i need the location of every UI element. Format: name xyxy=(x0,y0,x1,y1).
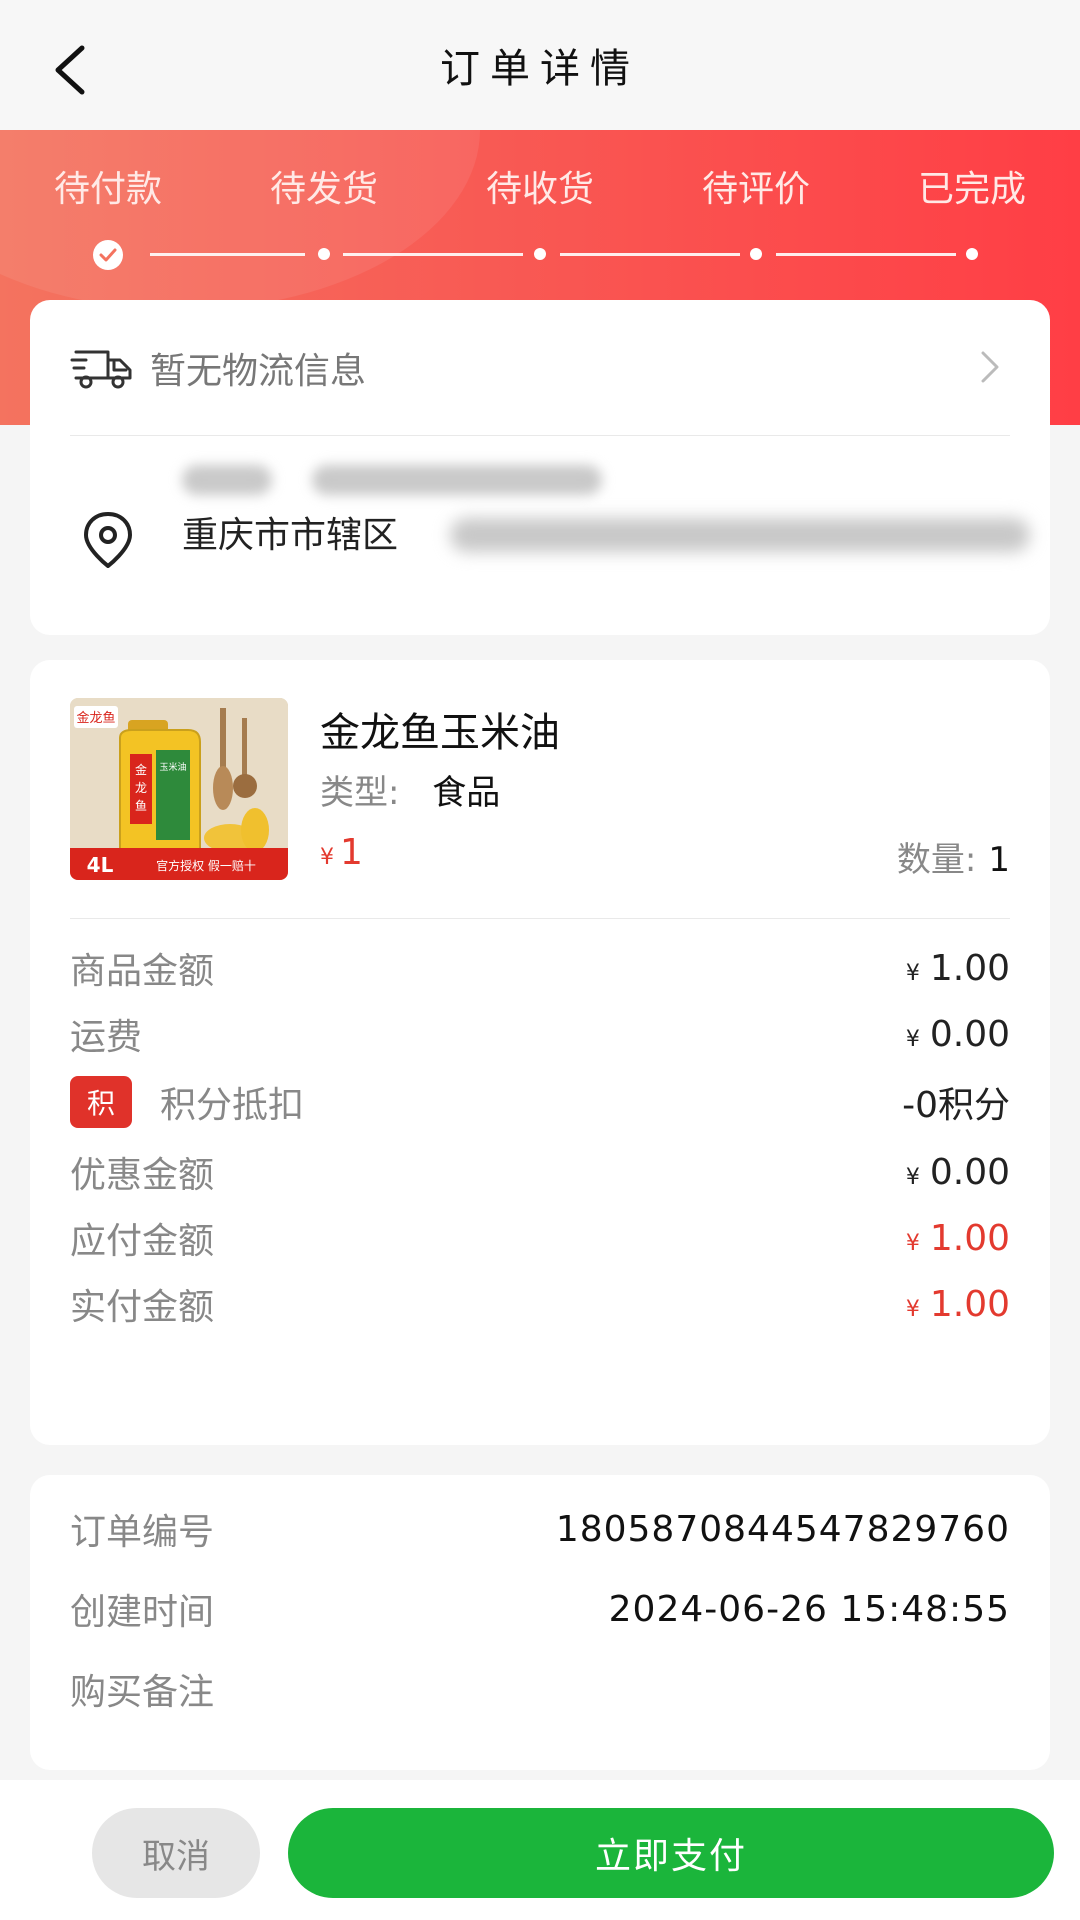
payable-value: ¥1.00 xyxy=(906,1218,1010,1259)
paid-number: 1.00 xyxy=(929,1283,1010,1325)
product-volume: 4L xyxy=(87,853,114,877)
svg-text:鱼: 鱼 xyxy=(135,799,147,813)
logistics-address-card: 暂无物流信息 重庆市市辖区 xyxy=(30,300,1050,635)
track-line xyxy=(150,253,305,256)
step-dot-done xyxy=(93,240,123,270)
discount-number: 0.00 xyxy=(929,1151,1010,1193)
remark-label: 购买备注 xyxy=(70,1672,215,1713)
step-dot xyxy=(750,248,762,260)
order-info-card: 订单编号 1805870844547829760 创建时间 2024-06-26… xyxy=(30,1475,1050,1770)
created-time-value: 2024-06-26 15:48:55 xyxy=(608,1588,1010,1630)
redacted-address-detail xyxy=(450,518,1030,552)
currency-symbol: ¥ xyxy=(905,1230,920,1256)
truck-icon xyxy=(70,350,132,388)
order-number-label: 订单编号 xyxy=(70,1512,215,1553)
location-pin-icon xyxy=(84,512,132,568)
order-number-value[interactable]: 1805870844547829760 xyxy=(556,1509,1010,1550)
currency-symbol: ¥ xyxy=(905,1026,920,1052)
page-title: 订单详情 xyxy=(440,46,640,92)
status-steps: 待付款 待发货 待收货 待评价 已完成 xyxy=(0,160,1080,220)
product-name[interactable]: 金龙鱼玉米油 xyxy=(320,700,560,758)
product-type-label: 类型: xyxy=(320,773,400,813)
quantity-label: 数量: xyxy=(896,840,977,880)
address-text: 重庆市市辖区 xyxy=(182,515,399,556)
discount-value: ¥0.00 xyxy=(906,1152,1010,1193)
status-track xyxy=(0,234,1080,274)
divider xyxy=(70,918,1010,919)
shipping-value: ¥0.00 xyxy=(906,1014,1010,1055)
top-nav-bar: 订单详情 xyxy=(0,0,1080,130)
redacted-phone xyxy=(312,465,602,495)
created-time-label: 创建时间 xyxy=(70,1592,215,1633)
track-line xyxy=(560,253,740,256)
step-label-pending-receipt: 待收货 xyxy=(485,169,594,210)
track-line xyxy=(343,253,523,256)
product-quantity: 数量: 1 xyxy=(897,832,1010,881)
redacted-name xyxy=(182,465,272,495)
paid-label: 实付金额 xyxy=(70,1287,215,1328)
svg-text:龙: 龙 xyxy=(135,781,147,795)
payable-row: 应付金额 ¥1.00 xyxy=(70,1208,1010,1268)
step-label-pending-shipment: 待发货 xyxy=(269,169,378,210)
currency-symbol: ¥ xyxy=(905,1164,920,1190)
step-label-completed: 已完成 xyxy=(917,169,1026,210)
shipping-row: 运费 ¥0.00 xyxy=(70,1004,1010,1064)
order-detail-page: 订单详情 待付款 待发货 待收货 待评价 已完成 暂无物流信息 重庆市市辖区 金… xyxy=(0,0,1080,1920)
pay-now-button[interactable]: 立即支付 xyxy=(288,1808,1054,1898)
product-badge-text: 官方授权 假一赔十 xyxy=(156,858,256,873)
goods-amount-row: 商品金额 ¥1.00 xyxy=(70,938,1010,998)
chevron-right-icon xyxy=(981,351,999,383)
payable-number: 1.00 xyxy=(929,1217,1010,1259)
paid-row: 实付金额 ¥1.00 xyxy=(70,1274,1010,1334)
currency-symbol: ¥ xyxy=(320,845,334,870)
points-deduction-label-group: 积 积分抵扣 xyxy=(70,1076,304,1128)
goods-amount-value: ¥1.00 xyxy=(906,948,1010,989)
logistics-status-text: 暂无物流信息 xyxy=(150,350,367,392)
discount-label: 优惠金额 xyxy=(70,1155,215,1196)
step-label-pending-review: 待评价 xyxy=(701,169,810,210)
remark-row: 购买备注 xyxy=(70,1659,1010,1719)
check-icon xyxy=(99,248,117,262)
quantity-value: 1 xyxy=(988,840,1010,880)
address-section[interactable]: 重庆市市辖区 xyxy=(30,436,1050,635)
product-price: ¥1 xyxy=(320,832,363,873)
points-deduction-label: 积分抵扣 xyxy=(160,1085,305,1126)
points-deduction-value: -0积分 xyxy=(902,1085,1010,1126)
bottom-action-bar: 取消 立即支付 xyxy=(0,1780,1080,1920)
svg-text:金: 金 xyxy=(135,762,147,777)
logistics-row[interactable]: 暂无物流信息 xyxy=(70,300,1010,435)
payable-label: 应付金额 xyxy=(70,1221,215,1262)
chevron-left-icon xyxy=(55,45,85,95)
back-button[interactable] xyxy=(40,40,100,100)
currency-symbol: ¥ xyxy=(905,960,920,986)
product-image[interactable]: 金龙鱼 金 龙 鱼 玉米油 4L 官方授权 假一赔十 xyxy=(70,698,288,880)
product-type: 类型: 食品 xyxy=(320,765,500,814)
points-deduction-row: 积 积分抵扣 -0积分 xyxy=(70,1072,1010,1132)
discount-row: 优惠金额 ¥0.00 xyxy=(70,1142,1010,1202)
contact-name-phone-redacted xyxy=(182,458,642,502)
points-badge: 积 xyxy=(70,1076,132,1128)
order-summary-card: 金龙鱼 金 龙 鱼 玉米油 4L 官方授权 假一赔十 金龙鱼玉米油 类型: 食品 xyxy=(30,660,1050,1445)
goods-amount-number: 1.00 xyxy=(929,947,1010,989)
step-dot xyxy=(318,248,330,260)
currency-symbol: ¥ xyxy=(905,1296,920,1322)
product-price-value: 1 xyxy=(340,832,363,873)
product-brand-logo: 金龙鱼 xyxy=(76,710,115,726)
shipping-number: 0.00 xyxy=(929,1013,1010,1055)
bottle-label: 玉米油 xyxy=(159,761,186,773)
product-photo: 金龙鱼 金 龙 鱼 玉米油 4L 官方授权 假一赔十 xyxy=(70,698,288,880)
cancel-order-button[interactable]: 取消 xyxy=(92,1808,260,1898)
track-line xyxy=(776,253,956,256)
shipping-label: 运费 xyxy=(70,1017,143,1058)
step-dot xyxy=(534,248,546,260)
step-dot xyxy=(966,248,978,260)
product-type-value: 食品 xyxy=(432,773,501,813)
step-label-pending-payment: 待付款 xyxy=(53,169,162,210)
created-time-row: 创建时间 2024-06-26 15:48:55 xyxy=(70,1579,1010,1639)
goods-amount-label: 商品金额 xyxy=(70,951,215,992)
paid-value: ¥1.00 xyxy=(906,1284,1010,1325)
order-number-row: 订单编号 1805870844547829760 xyxy=(70,1499,1010,1559)
